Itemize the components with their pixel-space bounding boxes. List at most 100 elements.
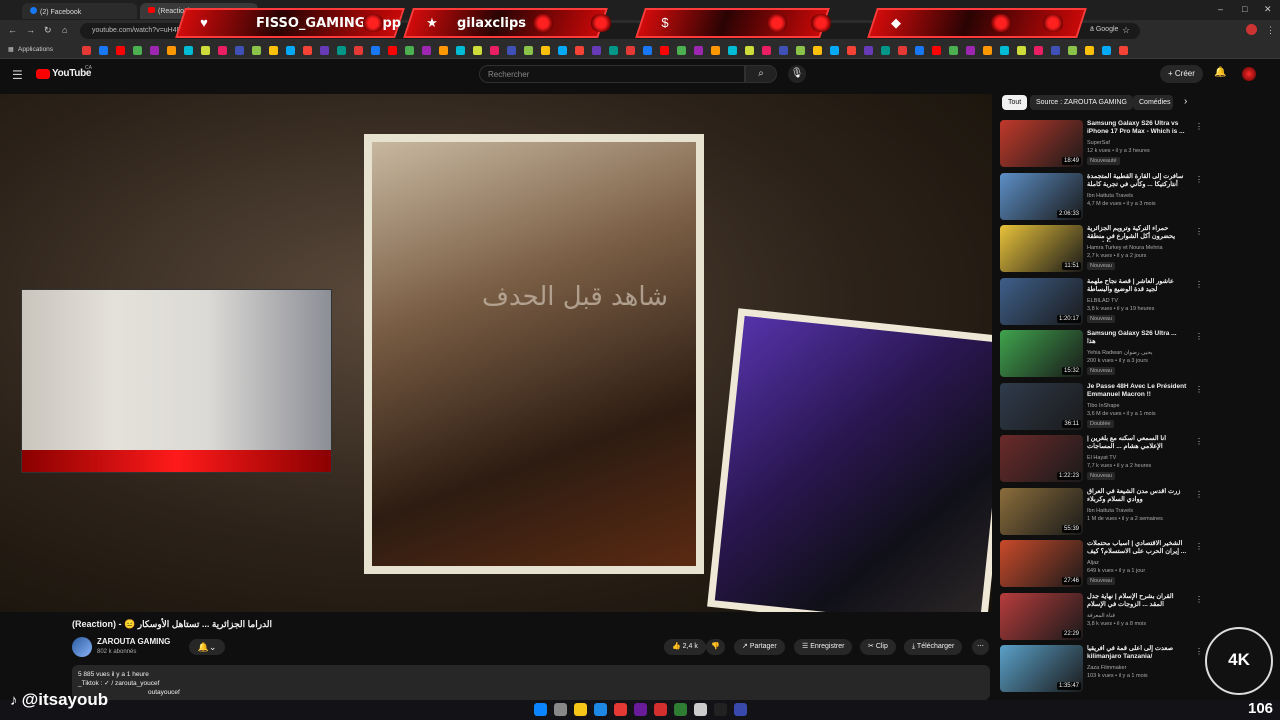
- apps-icon[interactable]: ▦: [8, 46, 14, 53]
- bookmark-icon[interactable]: [371, 46, 380, 55]
- bookmark-icon[interactable]: [728, 46, 737, 55]
- video-thumbnail[interactable]: 1:20:17: [1000, 277, 1083, 325]
- recommended-channel[interactable]: Aljaz: [1087, 560, 1099, 566]
- recommended-video[interactable]: 18:49 Samsung Galaxy S26 Ultra vs iPhone …: [1000, 120, 1203, 170]
- bookmark-icon[interactable]: [966, 46, 975, 55]
- bookmark-icon[interactable]: [490, 46, 499, 55]
- bookmark-icon[interactable]: [541, 46, 550, 55]
- dislike-button[interactable]: 👎: [706, 639, 725, 655]
- taskbar-app-icon[interactable]: [594, 703, 607, 716]
- taskbar-app-icon[interactable]: [534, 703, 547, 716]
- recommended-video[interactable]: 55:39 زرت أقدس مدن الشيعة في العراق ووادي…: [1000, 487, 1203, 538]
- more-options-icon[interactable]: ⋮: [1195, 490, 1203, 499]
- more-options-icon[interactable]: ⋮: [1195, 542, 1203, 551]
- bookmark-icon[interactable]: [252, 46, 261, 55]
- bookmark-icon[interactable]: [830, 46, 839, 55]
- save-button[interactable]: ☰ Enregistrer: [794, 639, 853, 655]
- recommended-channel[interactable]: ELBILAD TV: [1087, 298, 1118, 304]
- bookmark-icon[interactable]: [473, 46, 482, 55]
- bookmarks-apps-label[interactable]: Applications: [18, 46, 53, 53]
- bookmark-icon[interactable]: [235, 46, 244, 55]
- like-button[interactable]: 👍 2,4 k: [664, 639, 706, 655]
- recommended-channel[interactable]: SuperSaf: [1087, 140, 1110, 146]
- video-thumbnail[interactable]: 15:32: [1000, 330, 1083, 377]
- home-icon[interactable]: ⌂: [62, 25, 67, 35]
- more-options-icon[interactable]: ⋮: [1195, 280, 1203, 289]
- recommended-title[interactable]: عاشور العاشر | قصة نجاح ملهمة لجيد قدة ا…: [1087, 278, 1187, 294]
- more-options-icon[interactable]: ⋮: [1195, 647, 1203, 656]
- recommended-channel[interactable]: Hamra Turkey et Noura Mehria: [1087, 245, 1163, 251]
- more-options-icon[interactable]: ⋮: [1195, 332, 1203, 341]
- bookmark-icon[interactable]: [150, 46, 159, 55]
- video-thumbnail[interactable]: 27:46: [1000, 540, 1083, 587]
- recommended-channel[interactable]: Tibo InShape: [1087, 403, 1120, 409]
- subscription-bell-button[interactable]: 🔔⌄: [189, 639, 225, 655]
- recommended-video[interactable]: 27:46 الشخير الاقتصادي | أسباب محتملات إي…: [1000, 540, 1203, 590]
- video-thumbnail[interactable]: 18:49: [1000, 120, 1083, 167]
- video-description[interactable]: 5 885 vues il y a 1 heure _Tiktok : ✓ / …: [72, 665, 990, 700]
- video-thumbnail[interactable]: 1:35:47: [1000, 645, 1083, 692]
- bookmark-icon[interactable]: [711, 46, 720, 55]
- recommended-channel[interactable]: Ibn Hattuta Travels: [1087, 508, 1133, 514]
- bookmark-icon[interactable]: [1119, 46, 1128, 55]
- bookmark-icon[interactable]: [82, 46, 91, 55]
- bookmark-icon[interactable]: [133, 46, 142, 55]
- profile-avatar[interactable]: [1246, 24, 1257, 35]
- youtube-logo-icon[interactable]: [36, 69, 50, 79]
- recommended-video[interactable]: 15:32 Samsung Galaxy S26 Ultra ... هذا Yeh…: [1000, 330, 1203, 380]
- recommended-title[interactable]: Samsung Galaxy S26 Ultra vs iPhone 17 Pr…: [1087, 120, 1187, 136]
- bookmark-icon[interactable]: [1034, 46, 1043, 55]
- recommended-channel[interactable]: El Hayat TV: [1087, 455, 1116, 461]
- more-options-icon[interactable]: ⋮: [1195, 175, 1203, 184]
- maximize-button[interactable]: □: [1242, 4, 1247, 14]
- bookmark-icon[interactable]: [1102, 46, 1111, 55]
- bookmark-icon[interactable]: [1017, 46, 1026, 55]
- channel-avatar[interactable]: [72, 637, 92, 657]
- recommended-title[interactable]: زرت أقدس مدن الشيعة في العراق ووادي السل…: [1087, 488, 1187, 504]
- bookmark-icon[interactable]: [507, 46, 516, 55]
- recommended-title[interactable]: القرآن بشرح الإسلام | نهاية جدل المقد ..…: [1087, 593, 1187, 609]
- bookmark-icon[interactable]: [422, 46, 431, 55]
- bookmark-icon[interactable]: [677, 46, 686, 55]
- hamburger-menu-icon[interactable]: ☰: [12, 68, 23, 82]
- video-thumbnail[interactable]: 2:06:33: [1000, 172, 1083, 220]
- account-avatar[interactable]: [1242, 67, 1256, 81]
- bookmark-icon[interactable]: [762, 46, 771, 55]
- bookmark-icon[interactable]: [558, 46, 567, 55]
- bookmark-icon[interactable]: [932, 46, 941, 55]
- bookmark-icon[interactable]: [949, 46, 958, 55]
- bookmark-icon[interactable]: [847, 46, 856, 55]
- video-thumbnail[interactable]: 11:51: [1000, 225, 1083, 272]
- bookmark-icon[interactable]: [1068, 46, 1077, 55]
- bookmark-icon[interactable]: [524, 46, 533, 55]
- bookmark-icon[interactable]: [303, 46, 312, 55]
- chip-source[interactable]: Source : ZAROUTA GAMING: [1030, 95, 1133, 110]
- create-button[interactable]: + Créer: [1160, 65, 1203, 83]
- bookmark-icon[interactable]: [405, 46, 414, 55]
- taskbar-app-icon[interactable]: [694, 703, 707, 716]
- bookmark-icon[interactable]: [609, 46, 618, 55]
- bookmark-icon[interactable]: [864, 46, 873, 55]
- recommended-channel[interactable]: Ibn Hattuta Travels: [1087, 193, 1133, 199]
- taskbar-app-icon[interactable]: [714, 703, 727, 716]
- search-input[interactable]: Rechercher: [479, 65, 745, 83]
- reload-icon[interactable]: ↻: [44, 25, 52, 36]
- recommended-video[interactable]: 2:06:33 سافرت إلى القارة القطبية المتجمدة…: [1000, 172, 1203, 223]
- recommended-title[interactable]: سافرت إلى القارة القطبية المتجمدة أنتارك…: [1087, 173, 1187, 189]
- bookmark-icon[interactable]: [320, 46, 329, 55]
- bookmark-icon[interactable]: [167, 46, 176, 55]
- forward-icon[interactable]: →: [26, 25, 35, 35]
- video-thumbnail[interactable]: 22:29: [1000, 592, 1083, 640]
- bookmark-icon[interactable]: [898, 46, 907, 55]
- close-window-button[interactable]: ✕: [1264, 4, 1272, 15]
- more-options-icon[interactable]: ⋮: [1195, 385, 1203, 394]
- more-options-icon[interactable]: ⋮: [1195, 122, 1203, 131]
- bookmark-icon[interactable]: [983, 46, 992, 55]
- minimize-button[interactable]: –: [1218, 4, 1223, 14]
- bookmark-icon[interactable]: [694, 46, 703, 55]
- bookmark-icon[interactable]: [99, 46, 108, 55]
- bookmark-icon[interactable]: [269, 46, 278, 55]
- more-options-icon[interactable]: ⋮: [1195, 595, 1203, 604]
- recommended-video[interactable]: 22:29 القرآن بشرح الإسلام | نهاية جدل الم…: [1000, 592, 1203, 643]
- bookmark-icon[interactable]: [745, 46, 754, 55]
